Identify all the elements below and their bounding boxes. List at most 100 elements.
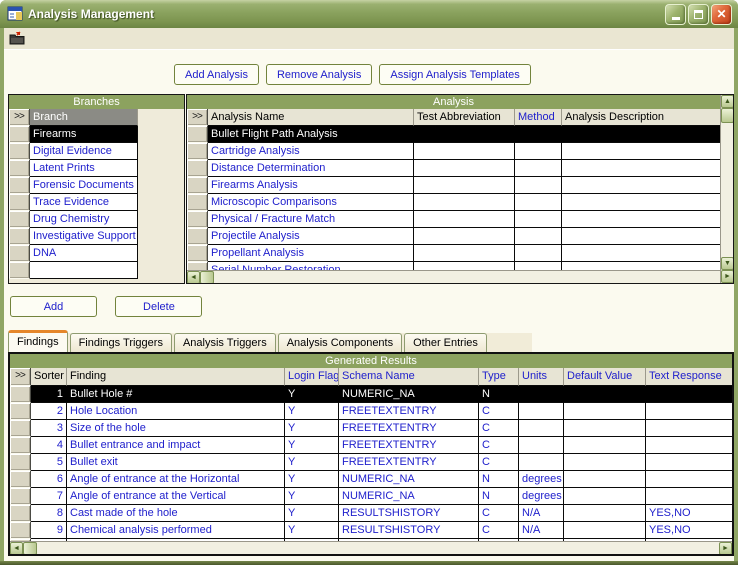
branch-row[interactable]: Digital Evidence [9, 143, 184, 160]
gr-default-value-cell[interactable] [564, 437, 646, 454]
gr-default-value-cell[interactable] [564, 522, 646, 539]
row-selector[interactable] [187, 177, 208, 194]
gr-finding-cell[interactable]: Bullet Hole # [67, 386, 285, 403]
gr-default-value-cell[interactable] [564, 403, 646, 420]
analysis-hscroll-thumb[interactable] [200, 271, 214, 283]
analysis-column-header[interactable]: Analysis Description [562, 109, 720, 126]
branch-cell[interactable]: Drug Chemistry [30, 211, 138, 228]
analysis-row[interactable]: Cartridge Analysis [187, 143, 720, 160]
row-selector[interactable] [10, 471, 31, 488]
row-selector[interactable] [187, 194, 208, 211]
gr-row[interactable]: 9 Chemical analysis performed Y RESULTSHIST… [10, 522, 732, 539]
gr-sorter-cell[interactable]: 7 [31, 488, 67, 505]
gr-sorter-cell[interactable]: 9 [31, 522, 67, 539]
row-selector[interactable] [10, 437, 31, 454]
test-abbreviation-cell[interactable] [414, 245, 515, 262]
gr-text-response-cell[interactable] [646, 403, 732, 420]
row-selector[interactable] [10, 420, 31, 437]
gr-row[interactable]: 8 Cast made of the hole Y RESULTSHISTORY C N/… [10, 505, 732, 522]
analysis-name-cell[interactable]: Microscopic Comparisons [208, 194, 414, 211]
branch-row[interactable]: Drug Chemistry [9, 211, 184, 228]
gr-finding-cell[interactable]: Cast made of the hole [67, 505, 285, 522]
gr-type-cell[interactable]: C [479, 522, 519, 539]
row-selector[interactable] [187, 228, 208, 245]
gr-column-header[interactable]: Finding [67, 368, 285, 386]
analysis-row[interactable]: Microscopic Comparisons [187, 194, 720, 211]
analysis-column-header[interactable]: Method [515, 109, 562, 126]
gr-text-response-cell[interactable] [646, 420, 732, 437]
gr-schema-name-cell[interactable]: NUMERIC_NA [339, 471, 479, 488]
gr-login-flag-cell[interactable]: Y [285, 437, 339, 454]
tab-other-entries[interactable]: Other Entries [404, 333, 487, 352]
test-abbreviation-cell[interactable] [414, 177, 515, 194]
gr-default-value-cell[interactable] [564, 505, 646, 522]
row-selector[interactable] [10, 522, 31, 539]
gr-default-value-cell[interactable] [564, 420, 646, 437]
gr-text-response-cell[interactable] [646, 386, 732, 403]
analysis-name-cell[interactable]: Bullet Flight Path Analysis [208, 126, 414, 143]
gr-row[interactable]: 4 Bullet entrance and impact Y FREETEXTENTR… [10, 437, 732, 454]
row-selector[interactable] [187, 126, 208, 143]
method-cell[interactable] [515, 143, 562, 160]
gr-schema-name-cell[interactable]: FREETEXTENTRY [339, 403, 479, 420]
gr-login-flag-cell[interactable]: Y [285, 386, 339, 403]
gr-sorter-cell[interactable]: 3 [31, 420, 67, 437]
row-selector[interactable] [187, 160, 208, 177]
analysis-vscroll-up-icon[interactable]: ▲ [721, 95, 733, 108]
row-selector[interactable] [9, 160, 30, 177]
test-abbreviation-cell[interactable] [414, 143, 515, 160]
analysis-hscroll-right-icon[interactable]: ► [721, 270, 733, 283]
gr-type-cell[interactable]: N [479, 471, 519, 488]
analysis-row[interactable]: Firearms Analysis [187, 177, 720, 194]
branch-row[interactable]: Latent Prints [9, 160, 184, 177]
analysis-partial-row[interactable]: Serial Number Restoration [187, 262, 720, 270]
gr-type-cell[interactable]: C [479, 420, 519, 437]
method-cell[interactable] [515, 126, 562, 143]
gr-column-header[interactable]: Login Flag [285, 368, 339, 386]
gr-units-cell[interactable]: degrees [519, 471, 564, 488]
row-selector[interactable] [9, 211, 30, 228]
gr-units-cell[interactable] [519, 454, 564, 471]
gr-sorter-cell[interactable]: 1 [31, 386, 67, 403]
branch-column-header[interactable]: Branch [30, 109, 138, 126]
close-button[interactable]: ✕ [711, 3, 732, 25]
gr-finding-cell[interactable]: Chemical analysis performed [67, 522, 285, 539]
gr-sorter-cell[interactable]: 6 [31, 471, 67, 488]
analysis-row[interactable]: Distance Determination [187, 160, 720, 177]
gr-login-flag-cell[interactable]: Y [285, 505, 339, 522]
analysis-column-header[interactable]: Test Abbreviation [414, 109, 515, 126]
row-selector[interactable] [10, 488, 31, 505]
gr-sorter-cell[interactable]: 5 [31, 454, 67, 471]
tab-findings[interactable]: Findings [8, 330, 68, 352]
method-cell[interactable] [515, 160, 562, 177]
analysis-vscrollbar[interactable]: ▲ ▼ ► [720, 95, 733, 283]
gr-row[interactable]: 1 Bullet Hole # Y NUMERIC_NA N [10, 386, 732, 403]
gr-column-header[interactable]: Text Response [646, 368, 732, 386]
gr-hscroll-right-icon[interactable]: ► [719, 542, 732, 554]
branch-cell[interactable]: Digital Evidence [30, 143, 138, 160]
maximize-button[interactable] [688, 3, 709, 25]
gr-login-flag-cell[interactable]: Y [285, 420, 339, 437]
gr-finding-cell[interactable]: Angle of entrance at the Vertical [67, 488, 285, 505]
analysis-description-cell[interactable] [562, 126, 720, 143]
branch-cell[interactable]: Investigative Support [30, 228, 138, 245]
gr-default-value-cell[interactable] [564, 471, 646, 488]
gr-default-value-cell[interactable] [564, 386, 646, 403]
analysis-name-cell[interactable]: Physical / Fracture Match [208, 211, 414, 228]
gr-login-flag-cell[interactable]: Y [285, 522, 339, 539]
analysis-row[interactable]: Bullet Flight Path Analysis [187, 126, 720, 143]
row-selector[interactable] [10, 386, 31, 403]
gr-type-cell[interactable]: N [479, 488, 519, 505]
gr-units-cell[interactable] [519, 386, 564, 403]
gr-units-cell[interactable]: degrees [519, 488, 564, 505]
analysis-name-cell[interactable]: Projectile Analysis [208, 228, 414, 245]
row-selector[interactable] [10, 505, 31, 522]
branch-cell[interactable] [30, 262, 138, 279]
analysis-vscroll-down-icon[interactable]: ▼ [721, 257, 733, 270]
row-selector-header[interactable]: >> [187, 109, 208, 126]
branch-row[interactable]: DNA [9, 245, 184, 262]
analysis-vscroll-track[interactable] [721, 123, 733, 257]
analysis-hscroll-track[interactable] [214, 271, 720, 283]
gr-finding-cell[interactable]: Bullet exit [67, 454, 285, 471]
analysis-description-cell[interactable] [562, 245, 720, 262]
